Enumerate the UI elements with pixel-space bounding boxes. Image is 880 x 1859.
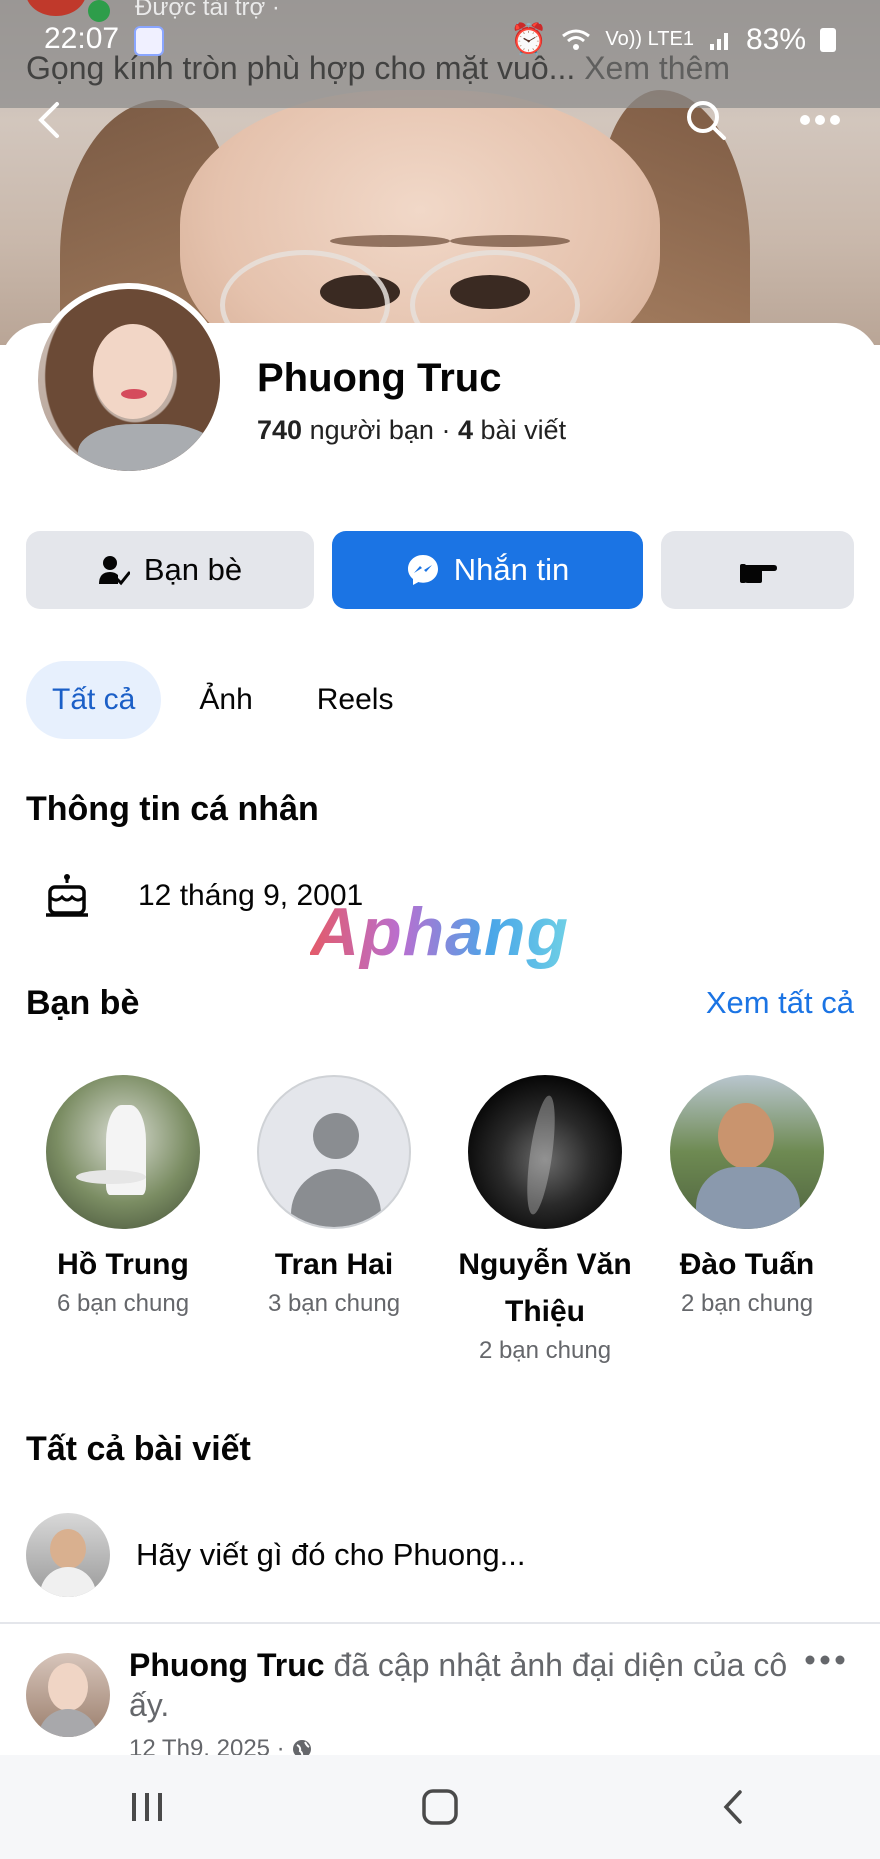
composer-placeholder[interactable]: Hãy viết gì đó cho Phuong... xyxy=(136,1537,525,1573)
poke-button[interactable] xyxy=(661,531,854,609)
friend-card[interactable]: Hồ Trung 6 bạn chung xyxy=(28,1075,218,1318)
back-button[interactable] xyxy=(20,90,80,150)
status-time: 22:07 xyxy=(44,22,120,55)
friend-mutual: 3 bạn chung xyxy=(267,1290,401,1317)
messenger-icon xyxy=(407,555,438,585)
friends-section-title: Bạn bè xyxy=(26,984,140,1022)
signal-icon xyxy=(709,32,728,50)
avatar-face xyxy=(93,324,173,419)
friends-button[interactable]: Bạn bè xyxy=(26,531,314,609)
friend-mutual: 2 bạn chung xyxy=(680,1290,814,1317)
cover-brow-right xyxy=(450,235,570,247)
profile-avatar[interactable] xyxy=(32,283,226,477)
birthday-cake-icon xyxy=(46,874,88,917)
tab-photos[interactable]: Ảnh xyxy=(173,661,278,739)
wifi-icon xyxy=(562,29,591,50)
friend-name: Nguyễn Văn Thiệu xyxy=(458,1248,632,1328)
battery-icon xyxy=(820,27,836,52)
search-button[interactable] xyxy=(676,90,736,150)
stats-separator: · xyxy=(441,415,451,445)
post-header-text: Phuong Truc đã cập nhật ảnh đại diện của… xyxy=(129,1645,809,1725)
avatar-lips xyxy=(121,389,147,399)
recent-apps-icon xyxy=(131,1793,162,1821)
friend-card[interactable]: Đào Tuấn 2 bạn chung xyxy=(652,1075,842,1318)
see-all-friends-link[interactable]: Xem tất cả xyxy=(706,985,854,1021)
watermark-logo: Aphang xyxy=(310,894,570,970)
profile-tabs: Tất cả Ảnh Reels xyxy=(26,661,419,739)
friend-name: Đào Tuấn xyxy=(679,1248,815,1281)
friend-mutual: 2 bạn chung xyxy=(478,1337,612,1364)
tab-reels[interactable]: Reels xyxy=(291,661,420,739)
message-button-label: Nhắn tin xyxy=(453,552,570,587)
friend-card[interactable]: Tran Hai 3 bạn chung xyxy=(239,1075,429,1318)
friend-check-icon xyxy=(98,556,130,586)
friend-avatar xyxy=(670,1075,824,1229)
friend-avatar xyxy=(468,1075,622,1229)
network-type: Vo)) LTE1 xyxy=(605,28,694,50)
home-icon xyxy=(422,1789,458,1825)
more-horizontal-icon xyxy=(805,1655,845,1665)
cover-brow-left xyxy=(330,235,450,247)
friends-label: người bạn xyxy=(309,415,434,445)
chevron-left-icon xyxy=(38,102,59,138)
post-composer[interactable]: Hãy viết gì đó cho Phuong... xyxy=(26,1513,525,1597)
home-button[interactable] xyxy=(400,1777,480,1837)
system-nav-bar xyxy=(0,1755,880,1859)
system-back-button[interactable] xyxy=(693,1777,773,1837)
post-options-button[interactable] xyxy=(804,1653,846,1671)
notification-app-icon xyxy=(134,26,164,56)
post-author-name[interactable]: Phuong Truc xyxy=(129,1647,325,1683)
profile-stats: 740 người bạn · 4 bài viết xyxy=(257,415,566,446)
back-arrow-icon xyxy=(723,1790,743,1824)
friends-button-label: Bạn bè xyxy=(143,552,243,587)
battery-percent: 83% xyxy=(745,22,806,56)
posts-count: 4 xyxy=(457,415,474,445)
friend-card[interactable]: Nguyễn Văn Thiệu 2 bạn chung xyxy=(450,1075,640,1365)
posts-label: bài viết xyxy=(480,415,567,445)
friend-avatar xyxy=(46,1075,200,1229)
message-button[interactable]: Nhắn tin xyxy=(332,531,643,609)
sponsor-avatar xyxy=(26,0,86,16)
status-bar: 22:07 ⏰ Vo)) LTE1 83% xyxy=(0,18,880,66)
alarm-icon: ⏰ xyxy=(510,23,548,56)
friend-name: Tran Hai xyxy=(274,1248,394,1281)
status-right: ⏰ Vo)) LTE1 83% xyxy=(510,22,836,57)
poke-hand-icon xyxy=(739,564,777,583)
posts-section-title: Tất cả bài viết xyxy=(26,1430,251,1468)
friend-name: Hồ Trung xyxy=(57,1248,189,1281)
search-icon xyxy=(687,101,726,140)
personal-info-title: Thông tin cá nhân xyxy=(26,790,319,828)
section-divider xyxy=(0,1622,880,1624)
friend-mutual: 6 bạn chung xyxy=(56,1290,190,1317)
profile-name: Phuong Truc xyxy=(257,356,502,400)
tab-all[interactable]: Tất cả xyxy=(26,661,162,739)
recent-apps-button[interactable] xyxy=(107,1777,187,1837)
avatar-shirt xyxy=(78,424,218,471)
friends-count: 740 xyxy=(257,415,303,445)
composer-avatar xyxy=(26,1513,110,1597)
post-author-avatar[interactable] xyxy=(26,1653,110,1737)
default-avatar-icon xyxy=(257,1075,411,1229)
more-horizontal-icon xyxy=(800,115,840,125)
more-options-button[interactable] xyxy=(790,90,850,150)
